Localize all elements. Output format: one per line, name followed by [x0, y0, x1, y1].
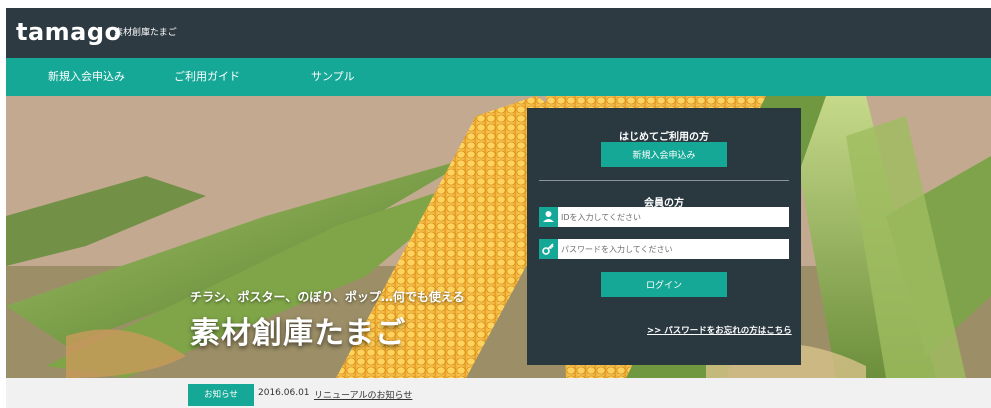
site-header: tamago 素材創庫たまご — [6, 8, 991, 58]
user-icon — [539, 207, 558, 227]
id-input[interactable] — [561, 207, 785, 227]
first-time-heading: はじめてご利用の方 — [619, 132, 709, 143]
corn-photo — [6, 96, 991, 378]
nav-item-guide[interactable]: ご利用ガイド — [174, 58, 240, 96]
register-button[interactable]: 新規入会申込み — [601, 142, 727, 167]
news-date: 2016.06.01 — [258, 388, 310, 398]
nav-item-register[interactable]: 新規入会申込み — [48, 58, 125, 96]
panel-divider — [539, 180, 789, 181]
main-nav: 新規入会申込み ご利用ガイド サンプル — [6, 58, 991, 96]
news-link[interactable]: リニューアルのお知らせ — [314, 388, 412, 401]
news-bar: お知らせ 2016.06.01 リニューアルのお知らせ — [6, 378, 991, 408]
hero-subtitle: チラシ、ポスター、のぼり、ポップ…何でも使える — [190, 290, 465, 304]
login-panel: はじめてご利用の方 新規入会申込み 会員の方 ログイン >> パスワードをお忘れ… — [527, 108, 801, 365]
site-logo[interactable]: tamago — [16, 16, 122, 48]
news-label: お知らせ — [188, 384, 254, 406]
hero-banner: チラシ、ポスター、のぼり、ポップ…何でも使える 素材創庫たまご — [6, 96, 991, 378]
password-field[interactable] — [539, 239, 789, 259]
id-field[interactable] — [539, 207, 789, 227]
nav-item-sample[interactable]: サンプル — [311, 58, 355, 96]
hero-title: 素材創庫たまご — [190, 316, 407, 351]
forgot-password-link[interactable]: >> パスワードをお忘れの方はこちら — [647, 324, 792, 336]
logo-tagline: 素材創庫たまご — [114, 28, 177, 38]
password-input[interactable] — [561, 239, 785, 259]
login-button[interactable]: ログイン — [601, 272, 727, 297]
key-icon — [539, 239, 558, 259]
